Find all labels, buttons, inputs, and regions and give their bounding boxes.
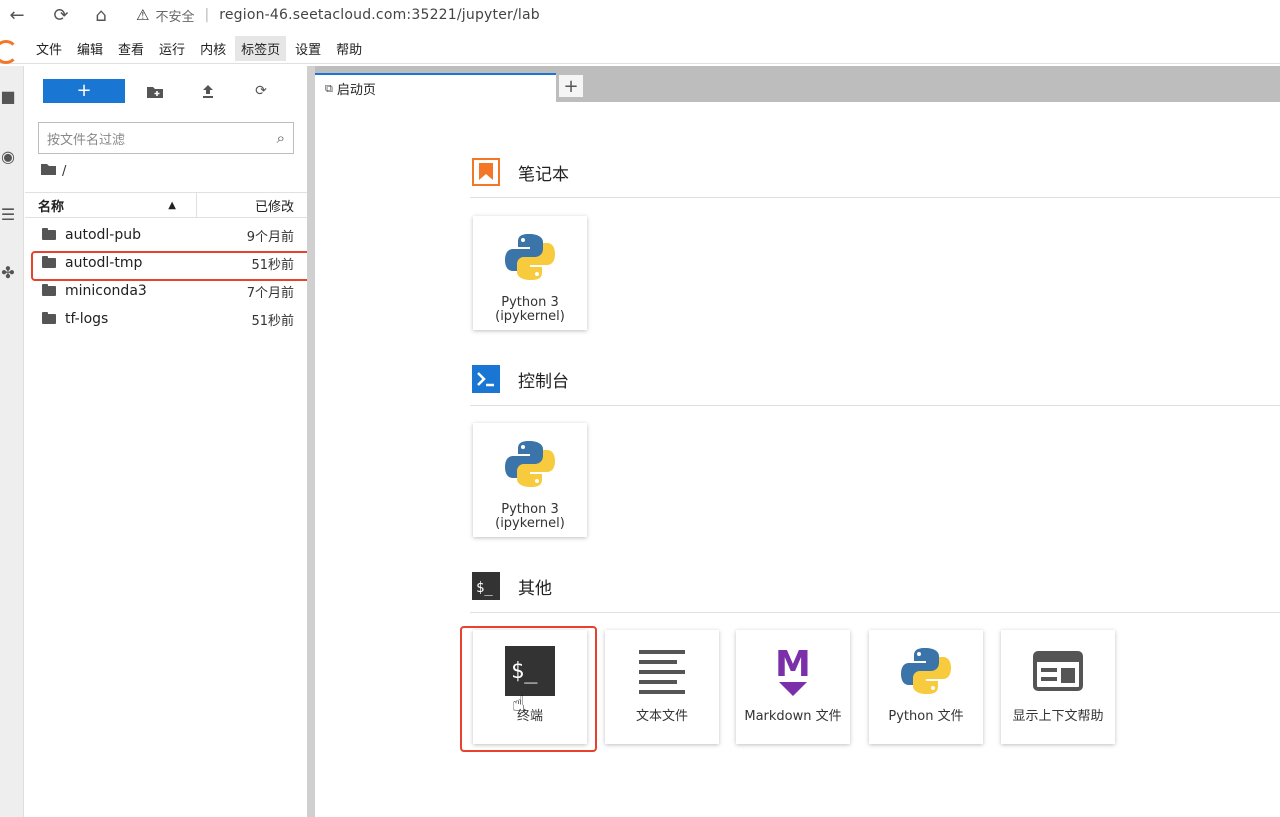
folder-icon [42,312,56,324]
new-folder-icon[interactable] [143,79,167,103]
folder-icon [42,228,56,240]
column-name-label: 名称 [38,199,65,215]
menu-view[interactable]: 查看 [112,36,150,61]
file-name: tf-logs [65,311,109,327]
section-divider [470,197,1280,198]
menu-help[interactable]: 帮助 [330,36,368,61]
notebook-python3-card[interactable]: Python 3 (ipykernel) [473,216,587,330]
folder-icon [41,164,56,179]
card-label: Python 文件 [888,709,964,724]
jupyter-logo-icon [0,38,18,64]
browser-bar: ← ⟳ ⌂ ⚠ 不安全 | region-46.seetacloud.com:3… [0,0,1280,30]
markdown-icon: M [773,640,813,702]
card-label: Markdown 文件 [744,709,842,724]
text-file-icon [639,640,685,702]
context-help-icon [1033,640,1083,702]
context-help-card[interactable]: 显示上下文帮助 [1001,630,1115,744]
insecure-label[interactable]: 不安全 [155,6,194,25]
menu-run[interactable]: 运行 [153,36,191,61]
url-divider: | [204,7,210,23]
annotation-highlight-box [460,626,597,752]
section-title: 笔记本 [518,164,569,185]
folder-icon[interactable]: ■ [0,84,20,108]
launcher-tab-icon: ⧉ [325,81,333,95]
python-file-card[interactable]: Python 文件 [869,630,983,744]
file-list-header: 名称 ▲ 已修改 [25,192,307,218]
sort-ascending-icon: ▲ [168,199,176,211]
url-field[interactable]: region-46.seetacloud.com:35221/jupyter/l… [219,7,540,23]
section-divider [470,405,1280,406]
reload-icon[interactable]: ⟳ [50,4,72,26]
notebook-section-icon [472,158,500,186]
breadcrumb-root[interactable]: / [62,164,66,179]
mouse-cursor-hand-icon: ☝ [512,692,526,717]
menu-kernel[interactable]: 内核 [194,36,232,61]
other-section-icon: $_ [472,572,500,600]
file-row[interactable]: tf-logs 51秒前 [25,305,307,333]
search-icon: ⌕ [276,129,285,147]
section-title: 控制台 [518,371,569,392]
filter-placeholder: 按文件名过滤 [47,132,126,148]
file-modified: 9个月前 [246,229,294,245]
file-name: miniconda3 [65,283,147,299]
running-icon[interactable]: ◉ [0,144,20,168]
extension-icon[interactable]: ✤ [0,260,20,284]
add-tab-button[interactable]: + [559,75,583,97]
panel-splitter[interactable] [307,66,315,817]
file-browser: + ⟳ 按文件名过滤 ⌕ / 名称 ▲ 已修改 autodl-pub 9个月前 … [25,66,307,817]
card-label: Python 3 (ipykernel) [495,502,565,531]
section-notebook: 笔记本 [472,158,569,186]
menu-edit[interactable]: 编辑 [71,36,109,61]
section-divider [470,612,1280,613]
card-label: Python 3 (ipykernel) [495,295,565,324]
section-title: 其他 [518,578,552,599]
console-python3-card[interactable]: Python 3 (ipykernel) [473,423,587,537]
file-modified: 7个月前 [246,285,294,301]
section-other: $_ 其他 [472,572,552,600]
breadcrumb[interactable]: / [41,164,66,179]
menu-bar: 文件 编辑 查看 运行 内核 标签页 设置 帮助 [0,34,1280,64]
refresh-icon[interactable]: ⟳ [249,79,273,103]
text-file-card[interactable]: 文本文件 [605,630,719,744]
tab-label: 启动页 [336,83,376,98]
python-icon [505,433,555,495]
toc-icon[interactable]: ☰ [0,202,20,226]
annotation-highlight-box [31,251,312,281]
menu-settings[interactable]: 设置 [289,36,327,61]
file-toolbar: + ⟳ [43,79,273,103]
menu-file[interactable]: 文件 [30,36,68,61]
folder-icon [42,284,56,296]
console-section-icon [472,365,500,393]
file-name: autodl-pub [65,227,141,243]
file-row[interactable]: autodl-pub 9个月前 [25,221,307,249]
home-icon[interactable]: ⌂ [90,4,112,26]
file-filter-input[interactable]: 按文件名过滤 ⌕ [38,122,294,154]
file-modified: 51秒前 [251,313,294,329]
svg-text:$_: $_ [476,580,493,596]
svg-text:M: M [775,644,811,685]
card-label: 文本文件 [635,709,688,724]
menu-tabs[interactable]: 标签页 [235,36,287,61]
warning-icon: ⚠ [136,6,150,24]
launcher: 笔记本 Python 3 (ipykernel) 控制台 Python 3 (i… [315,102,1280,817]
column-name-header[interactable]: 名称 ▲ [25,192,197,218]
activity-bar: ■ ◉ ☰ ✤ [0,66,24,817]
python-icon [505,226,555,288]
python-icon [901,640,951,702]
tab-bar: ⧉ 启动页 + [315,66,1280,102]
tab-launcher[interactable]: ⧉ 启动页 [315,73,556,102]
new-launcher-button[interactable]: + [43,79,125,103]
markdown-file-card[interactable]: M Markdown 文件 [736,630,850,744]
section-console: 控制台 [472,365,569,393]
file-row[interactable]: miniconda3 7个月前 [25,277,307,305]
back-icon[interactable]: ← [6,4,28,26]
upload-icon[interactable] [196,79,220,103]
card-label: 显示上下文帮助 [1012,709,1104,724]
column-modified-header[interactable]: 已修改 [197,196,307,215]
